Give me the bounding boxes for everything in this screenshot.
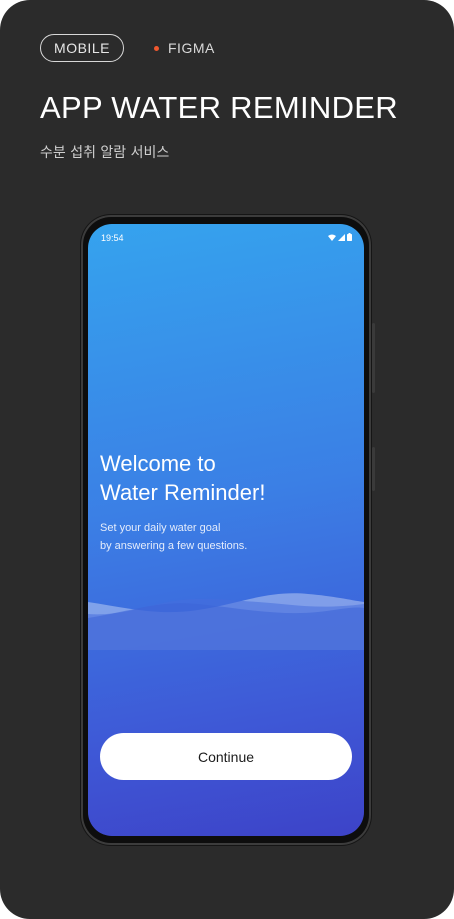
signal-icon [338, 233, 345, 241]
water-wave-graphic [88, 593, 364, 650]
volume-button [372, 323, 375, 393]
accent-dot-icon [154, 45, 159, 51]
battery-icon [347, 233, 352, 241]
wifi-icon [328, 234, 336, 241]
welcome-heading: Welcome to Water Reminder! [100, 451, 266, 505]
power-button [372, 447, 375, 491]
status-icons [328, 233, 352, 241]
tool-label: FIGMA [154, 40, 215, 56]
platform-tag: MOBILE [40, 34, 124, 62]
tool-label-text: FIGMA [168, 40, 215, 56]
welcome-description: Set your daily water goal by answering a… [100, 522, 248, 552]
page-subtitle: 수분 섭취 알람 서비스 [40, 145, 170, 161]
continue-button[interactable]: Continue [100, 733, 352, 780]
page-title: APP WATER REMINDER [40, 90, 398, 125]
phone-mockup: 19:54 Welcome to Water Reminder! Set you… [81, 215, 375, 845]
status-time: 19:54 [101, 233, 124, 243]
app-screen: 19:54 Welcome to Water Reminder! Set you… [88, 224, 364, 836]
presentation-card: MOBILE FIGMA APP WATER REMINDER 수분 섭취 알람… [0, 0, 454, 919]
